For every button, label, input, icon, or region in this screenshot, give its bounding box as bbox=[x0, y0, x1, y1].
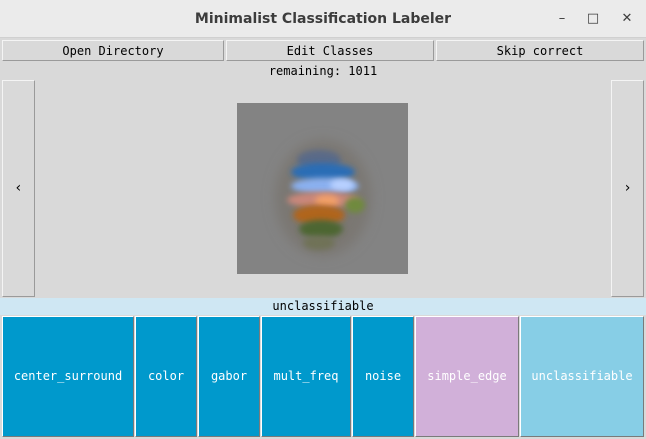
skip-correct-button[interactable]: Skip correct bbox=[436, 40, 644, 61]
window-title: Minimalist Classification Labeler bbox=[194, 11, 452, 27]
previous-button[interactable]: ‹ bbox=[2, 80, 35, 297]
filter-image bbox=[237, 103, 408, 274]
edit-classes-button[interactable]: Edit Classes bbox=[226, 40, 434, 61]
class-button-gabor[interactable]: gabor bbox=[198, 316, 260, 437]
maximize-icon[interactable]: □ bbox=[582, 8, 604, 30]
class-button-mult-freq[interactable]: mult_freq bbox=[261, 316, 351, 437]
class-button-unclassifiable[interactable]: unclassifiable bbox=[520, 316, 644, 437]
class-button-noise[interactable]: noise bbox=[352, 316, 414, 437]
current-label: unclassifiable bbox=[0, 298, 646, 315]
title-bar: Minimalist Classification Labeler – □ ✕ bbox=[0, 0, 646, 38]
close-icon[interactable]: ✕ bbox=[616, 8, 638, 30]
minimize-icon[interactable]: – bbox=[551, 8, 573, 30]
next-button[interactable]: › bbox=[611, 80, 644, 297]
chevron-left-icon: ‹ bbox=[14, 180, 23, 196]
class-button-simple-edge[interactable]: simple_edge bbox=[415, 316, 519, 437]
open-directory-button[interactable]: Open Directory bbox=[2, 40, 224, 61]
class-button-color[interactable]: color bbox=[135, 316, 197, 437]
app-window: Minimalist Classification Labeler – □ ✕ … bbox=[0, 0, 646, 439]
class-button-center-surround[interactable]: center_surround bbox=[2, 316, 134, 437]
remaining-count: remaining: 1011 bbox=[268, 64, 378, 78]
chevron-right-icon: › bbox=[623, 180, 632, 196]
